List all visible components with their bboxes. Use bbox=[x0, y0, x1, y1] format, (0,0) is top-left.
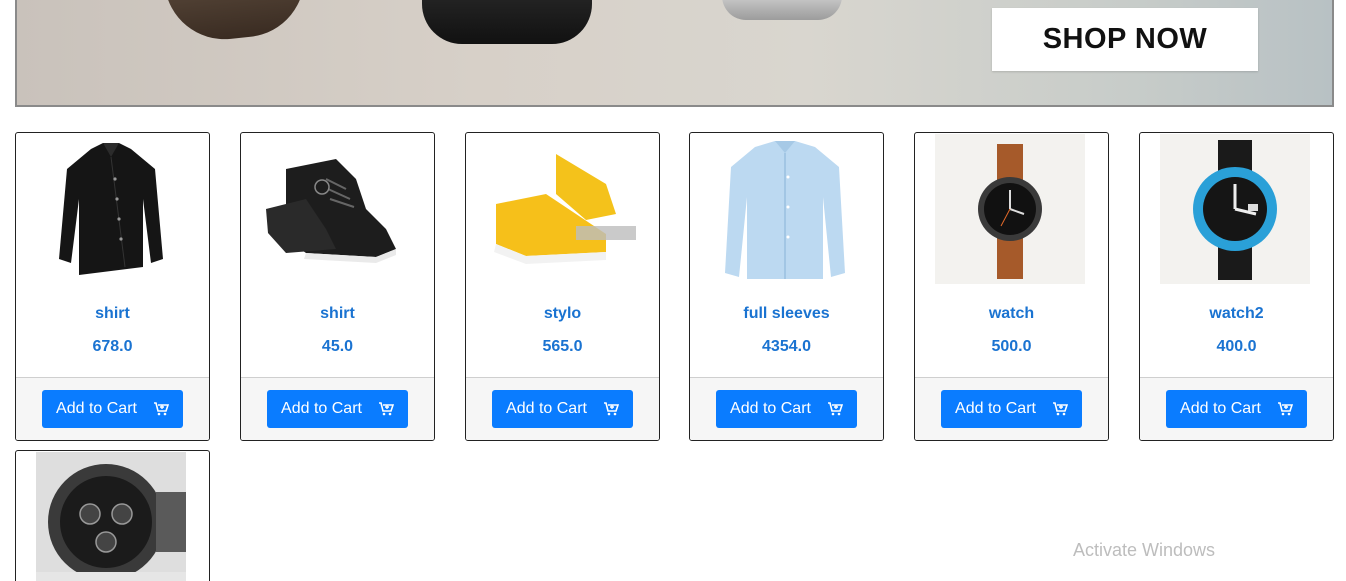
product-image-brown-watch[interactable] bbox=[935, 134, 1085, 284]
card-footer: Add to Cart bbox=[466, 377, 659, 440]
add-to-cart-label: Add to Cart bbox=[955, 400, 1036, 417]
add-to-cart-button[interactable]: Add to Cart bbox=[42, 390, 183, 428]
banner-watch-image bbox=[163, 0, 311, 46]
banner-watch-image bbox=[422, 0, 592, 44]
cart-plus-icon bbox=[378, 401, 394, 417]
product-name[interactable]: stylo bbox=[466, 305, 659, 323]
product-image-yellow-shoe[interactable] bbox=[486, 134, 636, 284]
card-footer: Add to Cart bbox=[690, 377, 883, 440]
add-to-cart-label: Add to Cart bbox=[730, 400, 811, 417]
product-name[interactable]: full sleeves bbox=[690, 305, 883, 323]
product-card: stylo 565.0 Add to Cart bbox=[465, 132, 660, 441]
product-name[interactable]: watch2 bbox=[1140, 305, 1333, 323]
product-price: 45.0 bbox=[321, 338, 354, 355]
add-to-cart-label: Add to Cart bbox=[506, 400, 587, 417]
card-footer: Add to Cart bbox=[16, 377, 209, 440]
add-to-cart-button[interactable]: Add to Cart bbox=[267, 390, 408, 428]
promo-banner[interactable]: SHOP NOW bbox=[15, 0, 1334, 107]
product-image-blue-shirt[interactable] bbox=[710, 134, 860, 284]
shop-now-button[interactable]: SHOP NOW bbox=[992, 8, 1258, 71]
product-image-black-shirt[interactable] bbox=[36, 134, 186, 284]
card-footer: Add to Cart bbox=[915, 377, 1108, 440]
product-price: 678.0 bbox=[92, 338, 133, 355]
product-price: 400.0 bbox=[1216, 338, 1257, 355]
product-card: shirt 45.0 Add to Cart bbox=[240, 132, 435, 441]
product-image-black-sneaker[interactable] bbox=[261, 134, 411, 284]
product-price: 565.0 bbox=[542, 338, 583, 355]
banner-watch-image bbox=[722, 0, 842, 20]
product-card: watch2 400.0 Add to Cart bbox=[1139, 132, 1334, 441]
cart-plus-icon bbox=[827, 401, 843, 417]
cart-plus-icon bbox=[603, 401, 619, 417]
cart-plus-icon bbox=[153, 401, 169, 417]
cart-plus-icon bbox=[1052, 401, 1068, 417]
add-to-cart-button[interactable]: Add to Cart bbox=[716, 390, 857, 428]
card-footer: Add to Cart bbox=[241, 377, 434, 440]
add-to-cart-button[interactable]: Add to Cart bbox=[941, 390, 1082, 428]
product-name[interactable]: shirt bbox=[16, 305, 209, 323]
product-name[interactable]: shirt bbox=[241, 305, 434, 323]
product-image-blue-watch[interactable] bbox=[1160, 134, 1310, 284]
add-to-cart-button[interactable]: Add to Cart bbox=[492, 390, 633, 428]
add-to-cart-label: Add to Cart bbox=[281, 400, 362, 417]
product-card: watch 500.0 Add to Cart bbox=[914, 132, 1109, 441]
add-to-cart-button[interactable]: Add to Cart bbox=[1166, 390, 1307, 428]
product-image-silver-watch[interactable] bbox=[36, 452, 186, 581]
product-price: 4354.0 bbox=[762, 338, 811, 355]
add-to-cart-label: Add to Cart bbox=[1180, 400, 1261, 417]
activate-windows-watermark: Activate Windows bbox=[1073, 540, 1216, 560]
product-name[interactable]: watch bbox=[915, 305, 1108, 323]
product-card: shirt 678.0 Add to Cart bbox=[15, 132, 210, 441]
product-price: 500.0 bbox=[991, 338, 1032, 355]
add-to-cart-label: Add to Cart bbox=[56, 400, 137, 417]
card-footer: Add to Cart bbox=[1140, 377, 1333, 440]
product-card bbox=[15, 450, 210, 581]
product-card: full sleeves 4354.0 Add to Cart bbox=[689, 132, 884, 441]
cart-plus-icon bbox=[1277, 401, 1293, 417]
